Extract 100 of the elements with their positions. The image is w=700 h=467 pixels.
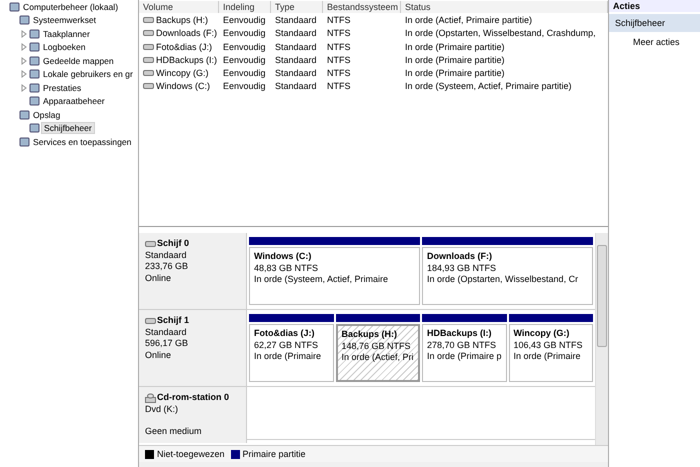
partition-size: 148,76 GB NTFS xyxy=(342,340,411,350)
table-cell: Standaard xyxy=(275,68,317,78)
table-cell: Eenvoudig xyxy=(223,54,266,65)
tool-icon xyxy=(29,96,40,106)
tool-icon xyxy=(29,123,40,134)
partition-block[interactable]: Downloads (F:) 184,93 GB NTFS In orde (Opstarten, Wisselbestand, Cr xyxy=(422,247,593,305)
table-cell: Downloads (F:) xyxy=(156,28,218,38)
drive-icon xyxy=(143,68,154,78)
expand-arrow-icon[interactable] xyxy=(20,30,28,38)
partition-status: In orde (Opstarten, Wisselbestand, Cr xyxy=(427,274,578,284)
table-cell: Wincopy (G:) xyxy=(156,68,209,78)
partition-status: In orde (Primaire xyxy=(514,351,581,361)
tree-item[interactable]: Lokale gebruikers en gr xyxy=(41,69,135,80)
column-header[interactable]: Bestandssysteem xyxy=(323,0,401,13)
expand-arrow-icon[interactable] xyxy=(20,84,28,92)
table-cell: NTFS xyxy=(327,14,350,25)
column-header[interactable]: Indeling xyxy=(219,0,271,13)
disk-detail: 596,17 GB xyxy=(145,338,188,348)
table-cell: Eenvoudig xyxy=(223,42,266,52)
drive-icon xyxy=(145,316,156,326)
tree-item[interactable]: Logboeken xyxy=(41,42,88,52)
table-cell: Standaard xyxy=(275,28,317,38)
table-cell: Windows (C:) xyxy=(156,81,210,92)
partition-size: 48,83 GB NTFS xyxy=(254,262,318,272)
disk-detail: Geen medium xyxy=(145,426,202,436)
drive-icon xyxy=(143,14,154,25)
disk-name: Schijf 0 xyxy=(157,238,190,250)
drive-icon xyxy=(143,28,154,38)
partition-block[interactable]: Backups (H:) 148,76 GB NTFS In orde (Actief, Pri xyxy=(336,324,420,382)
table-cell: NTFS xyxy=(327,42,350,52)
drive-icon xyxy=(143,54,154,65)
disk-name: Cd-rom-station 0 xyxy=(157,392,229,404)
tree-item[interactable]: Prestaties xyxy=(41,82,84,93)
partition-size: 278,70 GB NTFS xyxy=(427,340,496,350)
actions-header[interactable]: Schijfbeheer xyxy=(609,14,700,32)
disk-detail: Standaard xyxy=(145,326,187,336)
tool-icon xyxy=(19,110,30,120)
table-cell: In orde (Actief, Primaire partitie) xyxy=(405,14,532,25)
table-cell: Backups (H:) xyxy=(156,14,208,25)
disk-detail: Online xyxy=(145,350,172,360)
expand-arrow-icon[interactable] xyxy=(20,56,28,65)
tool-icon xyxy=(29,69,40,80)
column-header[interactable]: Volume xyxy=(139,0,219,13)
partition-size: 106,43 GB NTFS xyxy=(514,340,583,350)
tool-icon xyxy=(19,15,30,26)
drive-icon xyxy=(145,238,156,249)
partition-name: Windows (C:) xyxy=(254,251,312,261)
partition-name: Backups (H:) xyxy=(342,329,398,339)
column-header[interactable]: Type xyxy=(271,0,323,13)
tree-item[interactable]: Opslag xyxy=(31,110,62,120)
partition-block[interactable]: Windows (C:) 48,83 GB NTFS In orde (Systeem, Actief, Primaire xyxy=(249,247,420,305)
table-cell: Standaard xyxy=(275,42,317,52)
partition-size: 184,93 GB NTFS xyxy=(427,262,496,272)
partition-block[interactable]: Foto&dias (J:) 62,27 GB NTFS In orde (Primaire xyxy=(249,324,334,382)
table-cell: In orde (Primaire partitie) xyxy=(405,68,505,78)
table-cell: In orde (Primaire partitie) xyxy=(405,54,505,65)
tree-item[interactable]: Systeemwerkset xyxy=(31,15,98,26)
legend-label: Primaire partitie xyxy=(242,448,306,459)
expand-arrow-icon[interactable] xyxy=(20,70,28,78)
table-cell: In orde (Opstarten, Wisselbestand, Crashdump, xyxy=(405,28,596,38)
partition-block[interactable]: Wincopy (G:) 106,43 GB NTFS In orde (Primaire xyxy=(508,324,593,382)
expand-arrow-icon[interactable] xyxy=(20,43,28,52)
table-cell: Eenvoudig xyxy=(223,81,266,92)
disk-name: Schijf 1 xyxy=(157,315,190,326)
table-cell: Eenvoudig xyxy=(223,14,266,25)
table-cell: Foto&dias (J:) xyxy=(156,42,212,52)
action-link[interactable]: Meer acties xyxy=(633,37,680,47)
column-header[interactable]: Status xyxy=(401,0,608,13)
table-cell: NTFS xyxy=(327,28,350,38)
tree-item[interactable]: Services en toepassingen xyxy=(31,136,134,147)
tree-item[interactable]: Apparaatbeheer xyxy=(41,96,107,106)
tool-icon xyxy=(29,42,40,52)
partition-status: In orde (Actief, Pri xyxy=(342,352,414,362)
partition-size: 62,27 GB NTFS xyxy=(254,340,318,350)
tree-item[interactable]: Schijfbeheer xyxy=(41,122,95,134)
tree-item[interactable]: Gedeelde mappen xyxy=(41,56,116,66)
partition-name: HDBackups (I:) xyxy=(427,328,492,338)
table-cell: NTFS xyxy=(327,54,350,65)
disc-drive-icon xyxy=(145,392,156,403)
table-cell: In orde (Primaire partitie) xyxy=(405,42,505,52)
tool-icon xyxy=(29,28,40,39)
tool-icon xyxy=(19,136,30,147)
disk-detail: 233,76 GB xyxy=(145,261,188,271)
tree-item[interactable]: Computerbeheer (lokaal) xyxy=(21,2,120,12)
disk-detail: Dvd (K:) xyxy=(145,404,178,414)
table-cell: NTFS xyxy=(327,68,350,78)
disk-detail: Online xyxy=(145,272,172,282)
pane-title: Acties xyxy=(609,0,700,12)
partition-block[interactable]: HDBackups (I:) 278,70 GB NTFS In orde (Primaire p xyxy=(422,324,506,382)
drive-icon xyxy=(143,81,154,92)
partition-status: In orde (Primaire xyxy=(254,351,322,361)
drive-icon xyxy=(143,42,154,52)
table-cell: HDBackups (I:) xyxy=(156,54,218,65)
scrollbar[interactable] xyxy=(595,233,608,445)
legend-label: Niet-toegewezen xyxy=(157,448,225,459)
table-cell: In orde (Systeem, Actief, Primaire partitie) xyxy=(405,81,572,92)
tool-icon xyxy=(9,2,20,12)
partition-status: In orde (Systeem, Actief, Primaire xyxy=(254,274,388,284)
table-cell: Standaard xyxy=(275,81,317,92)
tree-item[interactable]: Taakplanner xyxy=(41,28,92,39)
